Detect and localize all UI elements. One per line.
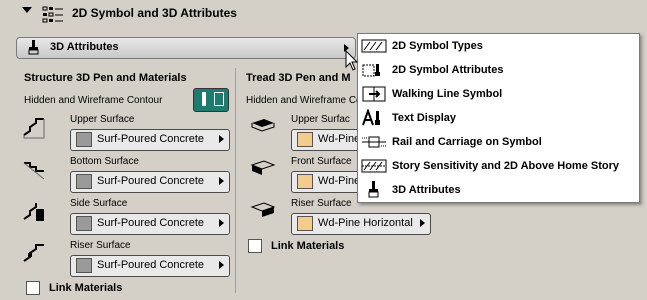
material-swatch xyxy=(76,216,92,231)
material-swatch xyxy=(76,174,92,189)
tread-item-label: Upper Surfac xyxy=(291,114,350,125)
brush-icon xyxy=(28,40,39,55)
rail-carriage-icon xyxy=(362,136,386,148)
mouse-cursor-icon xyxy=(345,50,359,71)
link-materials-checkbox[interactable] xyxy=(26,281,40,295)
material-value: Surf-Poured Concrete xyxy=(97,259,204,271)
chevron-right-icon xyxy=(420,219,425,227)
material-swatch xyxy=(76,132,92,147)
material-swatch xyxy=(76,258,92,273)
chevron-right-icon xyxy=(219,219,224,227)
panel-title: 2D Symbol and 3D Attributes xyxy=(72,6,237,20)
tread-riser-surface-icon xyxy=(250,202,276,217)
stair-side-surface-icon xyxy=(23,203,44,221)
symbol-attributes-icon xyxy=(362,64,380,77)
symbol-types-icon xyxy=(361,39,387,53)
collapse-triangle-icon[interactable] xyxy=(22,7,32,13)
tread-contour-label: Hidden and Wireframe Co xyxy=(246,95,362,106)
material-swatch xyxy=(297,216,313,231)
section-divider xyxy=(235,68,236,293)
toggle-bar-icon xyxy=(202,92,206,106)
material-value: Surf-Poured Concrete xyxy=(97,133,204,145)
brush-icon xyxy=(368,181,379,198)
structure-contour-label: Hidden and Wireframe Contour xyxy=(24,95,163,106)
material-value: Wd-Pine xyxy=(318,133,361,145)
tread-section-title: Tread 3D Pen and M xyxy=(246,72,351,84)
structure-section-title: Structure 3D Pen and Materials xyxy=(24,72,187,84)
toggle-box-icon xyxy=(214,92,224,106)
structure-item-label: Riser Surface xyxy=(70,240,131,251)
material-value: Surf-Poured Concrete xyxy=(97,217,204,229)
menu-item-label: 2D Symbol Attributes xyxy=(392,64,504,76)
tread-upper-surface-icon xyxy=(251,119,275,132)
chevron-right-icon xyxy=(219,177,224,185)
material-value: Surf-Poured Concrete xyxy=(97,175,204,187)
material-value: Wd-Pine xyxy=(318,175,361,187)
menu-item-label: Walking Line Symbol xyxy=(392,88,503,100)
structure-item-label: Upper Surface xyxy=(70,114,135,125)
panel-settings-icon xyxy=(42,6,63,23)
structure-item-label: Side Surface xyxy=(70,198,128,209)
walking-line-icon xyxy=(362,86,386,102)
material-value: Wd-Pine Horizontal xyxy=(318,217,413,229)
menu-item-label: 2D Symbol Types xyxy=(392,40,483,52)
link-materials-label: Link Materials xyxy=(271,240,345,252)
material-swatch xyxy=(297,174,313,189)
menu-item-label: Rail and Carriage on Symbol xyxy=(392,136,542,148)
page-selector-label: 3D Attributes xyxy=(50,41,119,53)
chevron-right-icon xyxy=(219,135,224,143)
tread-front-surface-icon xyxy=(250,160,276,175)
material-swatch xyxy=(297,132,313,147)
menu-item-label: 3D Attributes xyxy=(392,184,461,196)
chevron-right-icon xyxy=(219,261,224,269)
link-materials-checkbox[interactable] xyxy=(248,239,262,253)
story-sensitivity-icon xyxy=(361,159,387,173)
link-materials-label: Link Materials xyxy=(49,282,123,294)
text-display-icon xyxy=(362,109,380,126)
tread-item-label: Front Surface xyxy=(291,156,352,167)
structure-item-label: Bottom Surface xyxy=(70,156,139,167)
stair-upper-surface-icon xyxy=(23,118,45,139)
stair-riser-surface-icon xyxy=(23,244,44,262)
tread-item-label: Riser Surface xyxy=(291,198,352,209)
stair-bottom-surface-icon xyxy=(23,162,45,180)
menu-item-label: Story Sensitivity and 2D Above Home Stor… xyxy=(392,160,619,172)
menu-item-label: Text Display xyxy=(392,112,456,124)
